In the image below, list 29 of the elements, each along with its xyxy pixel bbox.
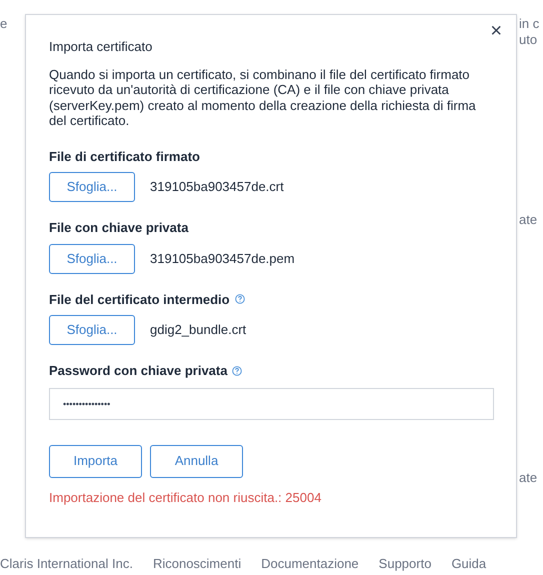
dialog-title: Importa certificato (49, 38, 154, 56)
field-label: File di certificato firmato (49, 148, 200, 166)
field-label: File del certificato intermedio (49, 290, 230, 308)
footer-link[interactable]: Guida (451, 554, 486, 574)
file-name: gdig2_bundle.crt (150, 321, 246, 340)
background-text: ate (519, 211, 538, 229)
browse-button[interactable]: Sfoglia... (49, 172, 135, 202)
browse-button[interactable]: Sfoglia... (49, 315, 135, 345)
browse-button[interactable]: Sfoglia... (49, 244, 135, 274)
password-field[interactable]: ••••••••••••••• (49, 388, 494, 420)
error-message: Importazione del certificato non riuscita.: 25004 (49, 488, 322, 507)
footer-link[interactable]: Claris International Inc. (0, 554, 133, 574)
file-name: 319105ba903457de.pem (150, 250, 295, 268)
field-label: File con chiave privata (49, 219, 188, 237)
background-text: ate (519, 469, 538, 487)
background-text: uto (519, 31, 538, 49)
footer-link[interactable]: Documentazione (261, 554, 359, 574)
help-icon[interactable] (234, 294, 245, 304)
help-icon[interactable] (232, 366, 242, 376)
close-button[interactable]: × (490, 21, 502, 41)
background-text: in c (519, 15, 540, 33)
footer-link[interactable]: Riconoscimenti (152, 554, 242, 574)
field-label: Password con chiave privata (49, 362, 228, 380)
file-name: 319105ba903457de.crt (150, 178, 284, 196)
description-text: Quando si importa un certificato, si combinano il file del certificato firmato ricevuto da un'autorità di certificazione (CA) e il file con chiave privata (serverKey.pem) creato al momento della creazione della richiesta di firma del certificato. (49, 66, 477, 128)
action-button[interactable]: Importa (49, 444, 142, 478)
action-button[interactable]: Annulla (150, 444, 243, 478)
background-text: e (0, 15, 8, 33)
footer-link[interactable]: Supporto (378, 554, 432, 574)
